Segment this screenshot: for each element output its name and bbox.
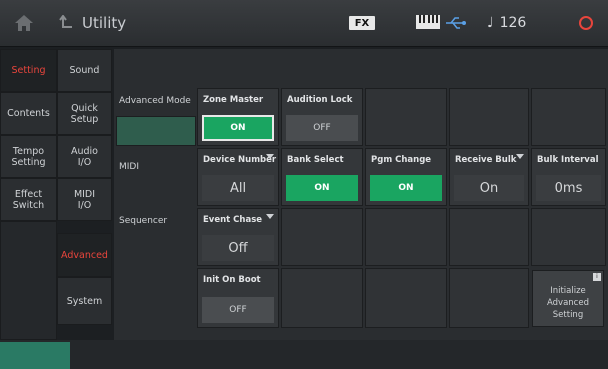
init-on-boot-toggle[interactable]: OFF xyxy=(202,297,274,323)
tab-advanced[interactable]: Advanced xyxy=(57,233,112,277)
event-chase-label: Event Chase xyxy=(203,215,263,225)
device-number-cell: Device Number All xyxy=(197,148,279,206)
zone-master-label: Zone Master xyxy=(203,95,264,105)
dropdown-indicator-icon xyxy=(266,154,274,159)
initialize-button-label: Initialize Advanced Setting xyxy=(547,285,589,320)
tempo-value: 126 xyxy=(499,15,527,31)
empty-cell xyxy=(365,88,447,146)
event-chase-cell: Event Chase Off xyxy=(197,208,279,266)
tab-tempo-setting[interactable]: Tempo Setting xyxy=(0,135,57,178)
dropdown-indicator-icon xyxy=(266,214,274,219)
empty-cell xyxy=(281,208,363,266)
bulk-interval-cell: Bulk Interval 0ms xyxy=(531,148,606,206)
receive-bulk-label: Receive Bulk xyxy=(455,155,517,165)
bank-select-cell: Bank Select ON xyxy=(281,148,363,206)
tab-setting[interactable]: Setting xyxy=(0,49,57,92)
bank-select-label: Bank Select xyxy=(287,155,344,165)
tab-quick-setup[interactable]: Quick Setup xyxy=(57,92,112,135)
section-midi: MIDI xyxy=(119,162,140,172)
dropdown-indicator-icon xyxy=(516,154,524,159)
receive-bulk-cell: Receive Bulk On xyxy=(449,148,529,206)
section-highlight xyxy=(116,116,196,146)
back-arrow-icon[interactable] xyxy=(58,15,74,31)
home-button[interactable] xyxy=(0,0,48,46)
empty-cell xyxy=(531,208,606,266)
tab-audio-io[interactable]: Audio I/O xyxy=(57,135,112,178)
empty-cell xyxy=(449,268,529,328)
empty-cell xyxy=(365,268,447,328)
tab-effect-switch[interactable]: Effect Switch xyxy=(0,178,57,221)
top-bar: Utility FX ♩ 126 xyxy=(0,0,608,47)
empty-cell xyxy=(449,88,529,146)
empty-cell xyxy=(449,208,529,266)
bank-select-toggle[interactable]: ON xyxy=(286,175,358,201)
receive-bulk-value[interactable]: On xyxy=(454,175,524,201)
empty-cell xyxy=(365,208,447,266)
section-advanced-mode: Advanced Mode xyxy=(119,96,191,106)
audition-lock-toggle[interactable]: OFF xyxy=(286,115,358,141)
pgm-change-toggle[interactable]: ON xyxy=(370,175,442,201)
init-on-boot-cell: Init On Boot OFF xyxy=(197,268,279,328)
bulk-interval-label: Bulk Interval xyxy=(537,155,599,165)
audition-lock-cell: Audition Lock OFF xyxy=(281,88,363,146)
empty-cell xyxy=(281,268,363,328)
device-number-value[interactable]: All xyxy=(202,175,274,201)
fx-badge[interactable]: FX xyxy=(349,16,375,30)
empty-cell xyxy=(531,88,606,146)
tab-sound[interactable]: Sound xyxy=(57,49,112,92)
home-icon xyxy=(15,15,33,31)
audition-lock-label: Audition Lock xyxy=(287,95,353,105)
page-title: Utility xyxy=(82,14,127,32)
zone-master-toggle[interactable]: ON xyxy=(202,115,274,141)
info-icon: i xyxy=(593,273,601,281)
quarter-note-icon: ♩ xyxy=(487,15,494,31)
tab-system[interactable]: System xyxy=(57,277,112,325)
tab-midi-io[interactable]: MIDI I/O xyxy=(57,178,112,221)
initialize-advanced-setting-button[interactable]: Initialize Advanced Setting i xyxy=(532,270,604,327)
record-button[interactable] xyxy=(563,0,608,46)
tab-contents[interactable]: Contents xyxy=(0,92,57,135)
section-sequencer: Sequencer xyxy=(119,216,168,226)
tab-empty-area xyxy=(0,221,57,340)
pgm-change-label: Pgm Change xyxy=(371,155,432,165)
bulk-interval-value[interactable]: 0ms xyxy=(536,175,601,201)
record-icon xyxy=(578,16,593,30)
bottom-accent xyxy=(0,342,70,369)
event-chase-value[interactable]: Off xyxy=(202,235,274,261)
tempo-display[interactable]: ♩ 126 xyxy=(487,0,526,46)
usb-icon xyxy=(446,17,466,29)
page-title-area: Utility xyxy=(58,0,126,46)
init-on-boot-label: Init On Boot xyxy=(203,275,261,285)
bottom-strip xyxy=(0,340,608,369)
keyboard-icon[interactable] xyxy=(415,14,441,30)
pgm-change-cell: Pgm Change ON xyxy=(365,148,447,206)
zone-master-cell: Zone Master ON xyxy=(197,88,279,146)
